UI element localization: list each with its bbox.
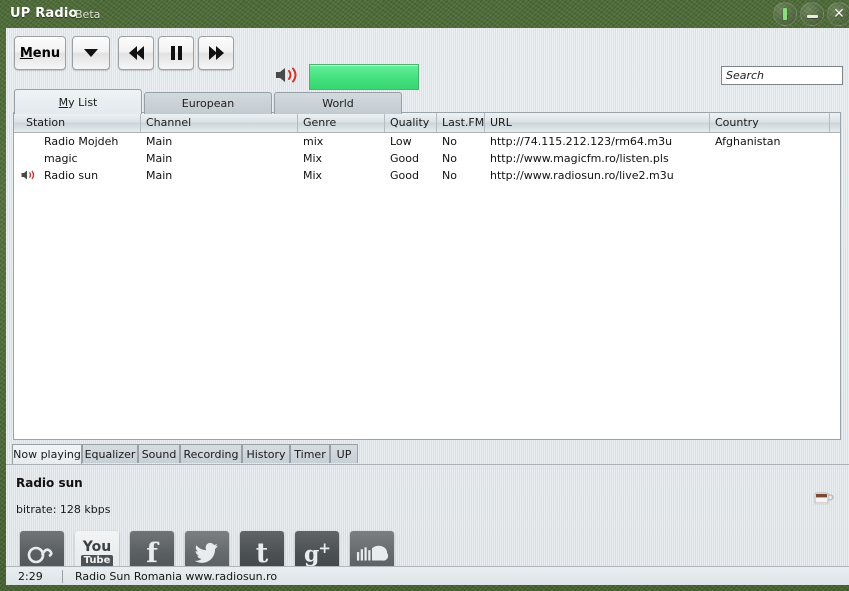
tab-equalizer[interactable]: Equalizer (82, 444, 138, 463)
cell-url: http://74.115.212.123/rm64.m3u (490, 135, 673, 148)
cell-genre: Mix (303, 169, 323, 182)
tab-label: History (246, 447, 286, 461)
column-header-station[interactable]: Station (21, 113, 141, 132)
toolbar: Menu (6, 28, 849, 90)
tab-my-list-label: My List (58, 95, 98, 109)
cell-quality: Good (390, 169, 419, 182)
tab-label: Equalizer (84, 447, 136, 461)
cell-country (715, 167, 829, 184)
cell-url: http://www.magicfm.ro/listen.pls (490, 152, 669, 165)
cell-lastfm: No (442, 135, 457, 148)
table-row[interactable]: Radio Mojdeh Main mix Low No http://74.115.21… (14, 133, 840, 150)
cell-country: Afghanistan (715, 135, 781, 148)
tab-now-playing[interactable]: Now playing (12, 444, 82, 464)
pause-icon (170, 46, 182, 60)
menu-button-label: Menu (19, 45, 61, 61)
tab-label: Recording (183, 447, 239, 461)
cell-lastfm: No (442, 169, 457, 182)
volume-slider[interactable] (309, 64, 419, 90)
speaker-icon[interactable] (275, 66, 301, 84)
pause-button[interactable] (158, 36, 194, 70)
minimize-icon (806, 15, 818, 18)
menu-button[interactable]: Menu (14, 36, 66, 70)
tab-world-label: World (322, 97, 354, 110)
table-row[interactable]: magic Main Mix Good No http://www.magicfm.ro/… (14, 150, 840, 167)
minimize-button[interactable] (800, 2, 824, 26)
coffee-cup-icon[interactable] (812, 489, 834, 507)
rewind-icon (128, 46, 144, 60)
menu-dropdown-button[interactable] (72, 36, 110, 70)
bottom-tabs: Now playing Equalizer Sound Recording Histor… (6, 444, 849, 464)
status-message: Radio Sun Romania www.radiosun.ro (75, 569, 278, 583)
status-elapsed-time: 2:29 (18, 569, 43, 583)
tab-european[interactable]: European (144, 92, 272, 114)
column-header-quality[interactable]: Quality (385, 113, 437, 132)
station-category-tabs: My List European World (6, 88, 849, 114)
column-header-extra[interactable] (830, 113, 840, 132)
previous-button[interactable] (118, 36, 154, 70)
cell-url: http://www.radiosun.ro/live2.m3u (490, 169, 674, 182)
tab-european-label: European (181, 97, 235, 110)
station-list[interactable]: Station Channel Genre Quality Last.FM URL Coun… (13, 112, 841, 440)
info-bar-icon (783, 8, 787, 20)
now-playing-panel: Radio sun bitrate: 128 kbps You Tube f t g+ (6, 464, 849, 575)
close-icon: ✕ (833, 6, 845, 22)
tab-timer[interactable]: Timer (290, 444, 330, 463)
tab-label: Sound (141, 447, 177, 461)
now-playing-station: Radio sun (16, 476, 83, 490)
cell-country (715, 150, 829, 167)
tab-world[interactable]: World (274, 92, 402, 114)
cell-quality: Low (390, 135, 412, 148)
cell-quality: Good (390, 152, 419, 165)
tab-sound[interactable]: Sound (138, 444, 180, 463)
title-bar: UP Radio Beta ✕ (0, 0, 849, 28)
column-header-url[interactable]: URL (485, 113, 710, 132)
column-header-channel[interactable]: Channel (141, 113, 298, 132)
app-window: UP Radio Beta ✕ Menu Search My List Euro… (0, 0, 849, 591)
cell-genre: mix (303, 135, 324, 148)
cell-station: Radio Mojdeh (44, 135, 119, 148)
now-playing-speaker-icon (21, 170, 35, 180)
next-button[interactable] (198, 36, 234, 70)
now-playing-bitrate: bitrate: 128 kbps (16, 503, 111, 516)
search-input[interactable] (721, 66, 843, 85)
cell-channel: Main (146, 135, 173, 148)
station-list-header: Station Channel Genre Quality Last.FM URL Coun… (14, 113, 840, 133)
cell-channel: Main (146, 152, 173, 165)
app-title-beta: Beta (75, 8, 101, 21)
tab-recording[interactable]: Recording (180, 444, 242, 463)
column-header-lastfm[interactable]: Last.FM (437, 113, 485, 132)
fast-forward-icon (208, 46, 224, 60)
main-panel: Menu Search My List European World Stati… (6, 28, 849, 575)
chevron-down-icon (84, 49, 98, 57)
app-title: UP Radio (10, 6, 78, 21)
station-list-body: Radio Mojdeh Main mix Low No http://74.115.21… (14, 133, 840, 184)
column-header-genre[interactable]: Genre (298, 113, 385, 132)
cell-station: magic (44, 152, 78, 165)
tab-history[interactable]: History (242, 444, 290, 463)
status-bar: 2:29 Radio Sun Romania www.radiosun.ro (6, 566, 849, 585)
table-row[interactable]: Radio sun Main Mix Good No http://www.radiosu… (14, 167, 840, 184)
tab-label: UP (336, 447, 352, 461)
tab-my-list[interactable]: My List (14, 89, 142, 114)
info-button[interactable] (773, 2, 797, 26)
tab-up[interactable]: UP (330, 444, 358, 463)
cell-channel: Main (146, 169, 173, 182)
tab-label: Timer (294, 447, 326, 461)
cell-lastfm: No (442, 152, 457, 165)
cell-station: Radio sun (44, 169, 99, 182)
cell-genre: Mix (303, 152, 323, 165)
close-button[interactable]: ✕ (827, 2, 849, 26)
tab-label: Now playing (13, 448, 81, 461)
column-header-country[interactable]: Country (710, 113, 830, 132)
